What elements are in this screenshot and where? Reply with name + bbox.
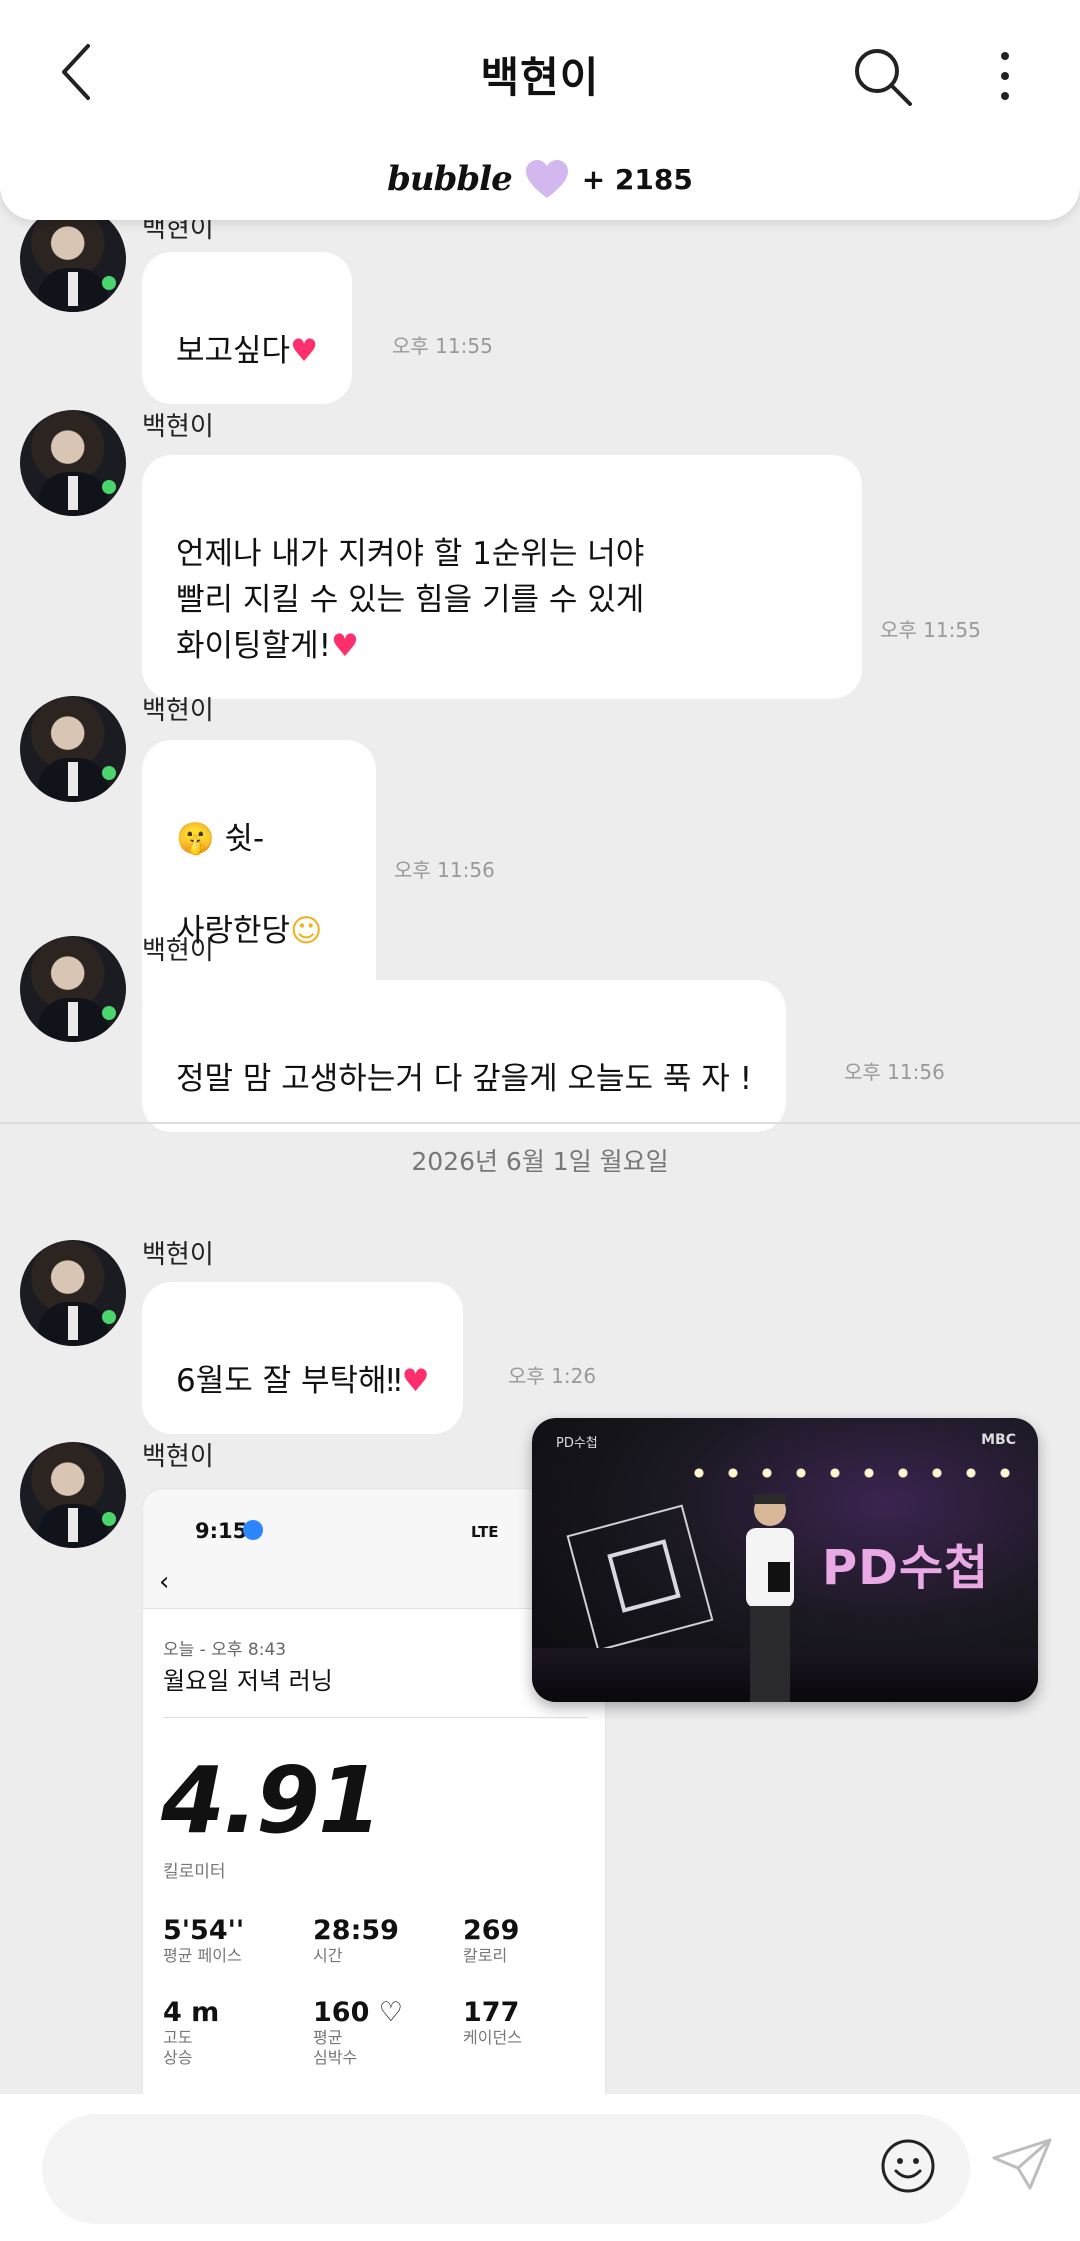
message-bubble[interactable]: 정말 맘 고생하는거 다 갚을게 오늘도 푹 자 !: [142, 980, 787, 1132]
search-icon[interactable]: [850, 44, 916, 110]
bubble-logo: bubble: [387, 159, 513, 199]
stat-label: 시간: [313, 1946, 343, 1965]
stat-value: 5'54'': [163, 1915, 245, 1946]
message-text: 6월도 잘 부탁해‼: [176, 1363, 402, 1399]
heart-icon: [525, 160, 568, 198]
avatar[interactable]: [20, 206, 126, 312]
divider: [0, 1122, 1080, 1124]
run-title: 월요일 저녁 러닝: [163, 1667, 333, 1695]
avatar[interactable]: [20, 410, 126, 516]
message-text: 정말 맘 고생하는거 다 갚을게 오늘도 푹 자 !: [176, 1061, 753, 1097]
stat-value: 28:59: [313, 1915, 399, 1946]
more-options-icon[interactable]: [985, 46, 1025, 106]
message-time: 오후 11:56: [844, 1060, 945, 1084]
stat-value: 177: [463, 1997, 520, 2028]
message-text-line: 🤫 쉿-: [176, 821, 265, 857]
sender-name: 백현이: [142, 936, 214, 966]
message-time: 오후 11:55: [880, 618, 981, 642]
message-bubble[interactable]: 6월도 잘 부탁해‼♥: [142, 1282, 464, 1434]
video-corner-logo: PD수첩: [556, 1436, 598, 1451]
message-text: 보고싶다: [176, 333, 291, 369]
emoji-icon[interactable]: [880, 2138, 936, 2194]
message-text: 언제나 내가 지켜야 할 1순위는 너야 빨리 지킬 수 있는 힘을 기를 수 …: [176, 536, 645, 664]
heart-emoji-icon: ♥: [290, 333, 318, 369]
message-bubble[interactable]: 언제나 내가 지켜야 할 1순위는 너야 빨리 지킬 수 있는 힘을 기를 수 …: [142, 455, 862, 699]
stat-value: 269: [463, 1915, 520, 1946]
run-subtitle: 오늘 - 오후 8:43: [163, 1640, 287, 1660]
message-input[interactable]: [42, 2114, 970, 2224]
stat-label: 고도 상승: [163, 2028, 193, 2067]
heart-emoji-icon: ♥: [401, 1363, 430, 1399]
location-arrow-icon: [243, 1520, 263, 1540]
sender-name: 백현이: [142, 696, 214, 726]
message-time: 오후 1:26: [508, 1364, 597, 1388]
message-time: 오후 11:55: [392, 334, 493, 358]
divider: [163, 1717, 587, 1718]
message-input-bar: [0, 2094, 1080, 2241]
picture-in-picture-video[interactable]: PD수첩 MBC PD수첩: [532, 1418, 1038, 1702]
date-divider: 2026년 6월 1일 월요일: [411, 1147, 669, 1176]
stat-value: 160 ♡: [313, 1997, 403, 2028]
broadcaster-logo: MBC: [981, 1432, 1016, 1448]
avatar[interactable]: [20, 1442, 126, 1548]
avatar[interactable]: [20, 696, 126, 802]
stat-cadence: 177 케이던스: [463, 1997, 522, 2048]
screenshot-back-icon: ‹: [159, 1567, 170, 1597]
avatar[interactable]: [20, 936, 126, 1042]
stat-pace: 5'54'' 평균 페이스: [163, 1915, 244, 1966]
stat-elevation: 4 m 고도 상승: [163, 1997, 219, 2068]
program-logo: PD수첩: [822, 1540, 990, 1596]
bubble-subscription-bar[interactable]: bubble + 2185: [0, 158, 1080, 200]
stat-heart-rate: 160 ♡ 평균 심박수: [313, 1997, 403, 2068]
stat-label: 케이던스: [463, 2028, 522, 2047]
message-time: 오후 11:56: [394, 858, 495, 882]
avatar[interactable]: [20, 1240, 126, 1346]
signal-indicator: LTE: [471, 1523, 499, 1541]
chat-title: 백현이: [480, 53, 600, 102]
sender-name: 백현이: [142, 412, 214, 442]
stage-lights: [682, 1458, 1022, 1488]
stat-label: 칼로리: [463, 1946, 508, 1965]
smiling-emoji-icon: ☺: [290, 913, 323, 949]
stat-label: 평균 페이스: [163, 1946, 242, 1965]
stat-label: 평균 심박수: [313, 2028, 358, 2067]
run-distance: 4.91: [161, 1747, 382, 1854]
heart-emoji-icon: ♥: [331, 628, 359, 664]
distance-unit: 킬로미터: [163, 1862, 226, 1882]
sender-name: 백현이: [142, 1442, 214, 1472]
screenshot-clock: 9:15: [195, 1519, 248, 1543]
send-icon[interactable]: [990, 2136, 1054, 2192]
stat-value: 4 m: [163, 1997, 220, 2028]
bubble-count: + 2185: [581, 162, 693, 196]
chat-header: 백현이 bubble + 2185: [0, 0, 1080, 220]
stat-calories: 269 칼로리: [463, 1915, 519, 1966]
stat-time: 28:59 시간: [313, 1915, 399, 1966]
sender-name: 백현이: [142, 1240, 214, 1270]
message-bubble[interactable]: 보고싶다♥: [142, 252, 352, 404]
presenter-figure: [746, 1494, 794, 1702]
